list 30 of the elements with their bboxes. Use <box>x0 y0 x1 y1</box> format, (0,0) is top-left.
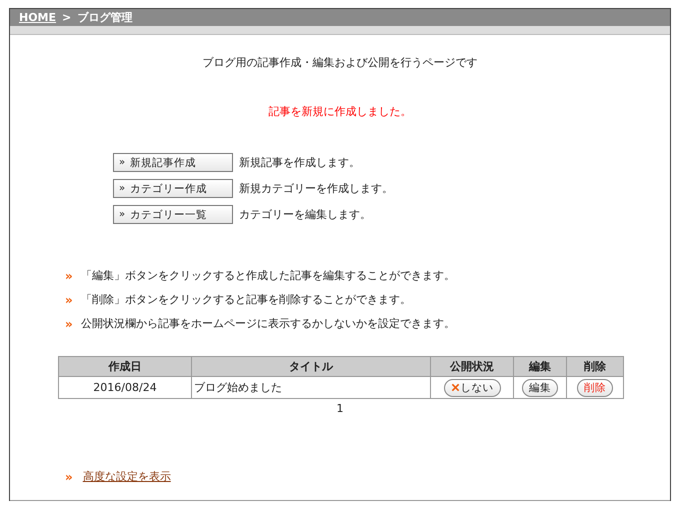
bullet-marker: » <box>65 268 73 282</box>
note-text: 「編集」ボタンをクリックすると作成した記事を編集することができます。 <box>80 268 455 283</box>
column-header: 編集 <box>514 356 566 376</box>
edit-button[interactable]: 編集 <box>522 378 558 396</box>
breadcrumb-current: ブログ管理 <box>77 10 132 25</box>
intro-text: ブログ用の記事作成・編集および公開を行うページです <box>202 55 478 70</box>
note-text: 公開状況欄から記事をホームページに表示するかしないかを設定できます。 <box>80 316 455 331</box>
column-header: 公開状況 <box>430 356 514 376</box>
action-description: 新規記事を作成します。 <box>239 155 360 170</box>
action-button[interactable]: » 新規記事作成 <box>113 153 233 172</box>
table-cell: ブログ始めました <box>192 376 430 398</box>
table-cell: 2016/08/24 <box>58 376 192 398</box>
advanced-settings-link[interactable]: 高度な設定を表示 <box>82 469 171 484</box>
action-button[interactable]: » カテゴリー作成 <box>113 179 233 198</box>
page-number[interactable]: 1 <box>336 402 344 415</box>
delete-button[interactable]: 削除 <box>577 378 613 396</box>
bullet-marker: » <box>65 292 73 306</box>
cross-icon <box>450 383 460 392</box>
column-header: 作成日 <box>58 356 192 376</box>
column-header: タイトル <box>192 356 430 376</box>
action-description: カテゴリーを編集します。 <box>239 207 371 222</box>
note-text: 「削除」ボタンをクリックすると記事を削除することができます。 <box>80 292 411 307</box>
bullet-marker: » <box>65 316 73 330</box>
success-message: 記事を新規に作成しました。 <box>268 104 412 119</box>
breadcrumb-separator: > <box>62 11 72 24</box>
action-description: 新規カテゴリーを作成します。 <box>239 181 393 196</box>
column-header: 削除 <box>566 356 624 376</box>
publish-toggle[interactable]: しない <box>444 378 500 396</box>
action-button[interactable]: » カテゴリー一覧 <box>113 205 233 224</box>
bullet-marker: » <box>65 470 73 484</box>
